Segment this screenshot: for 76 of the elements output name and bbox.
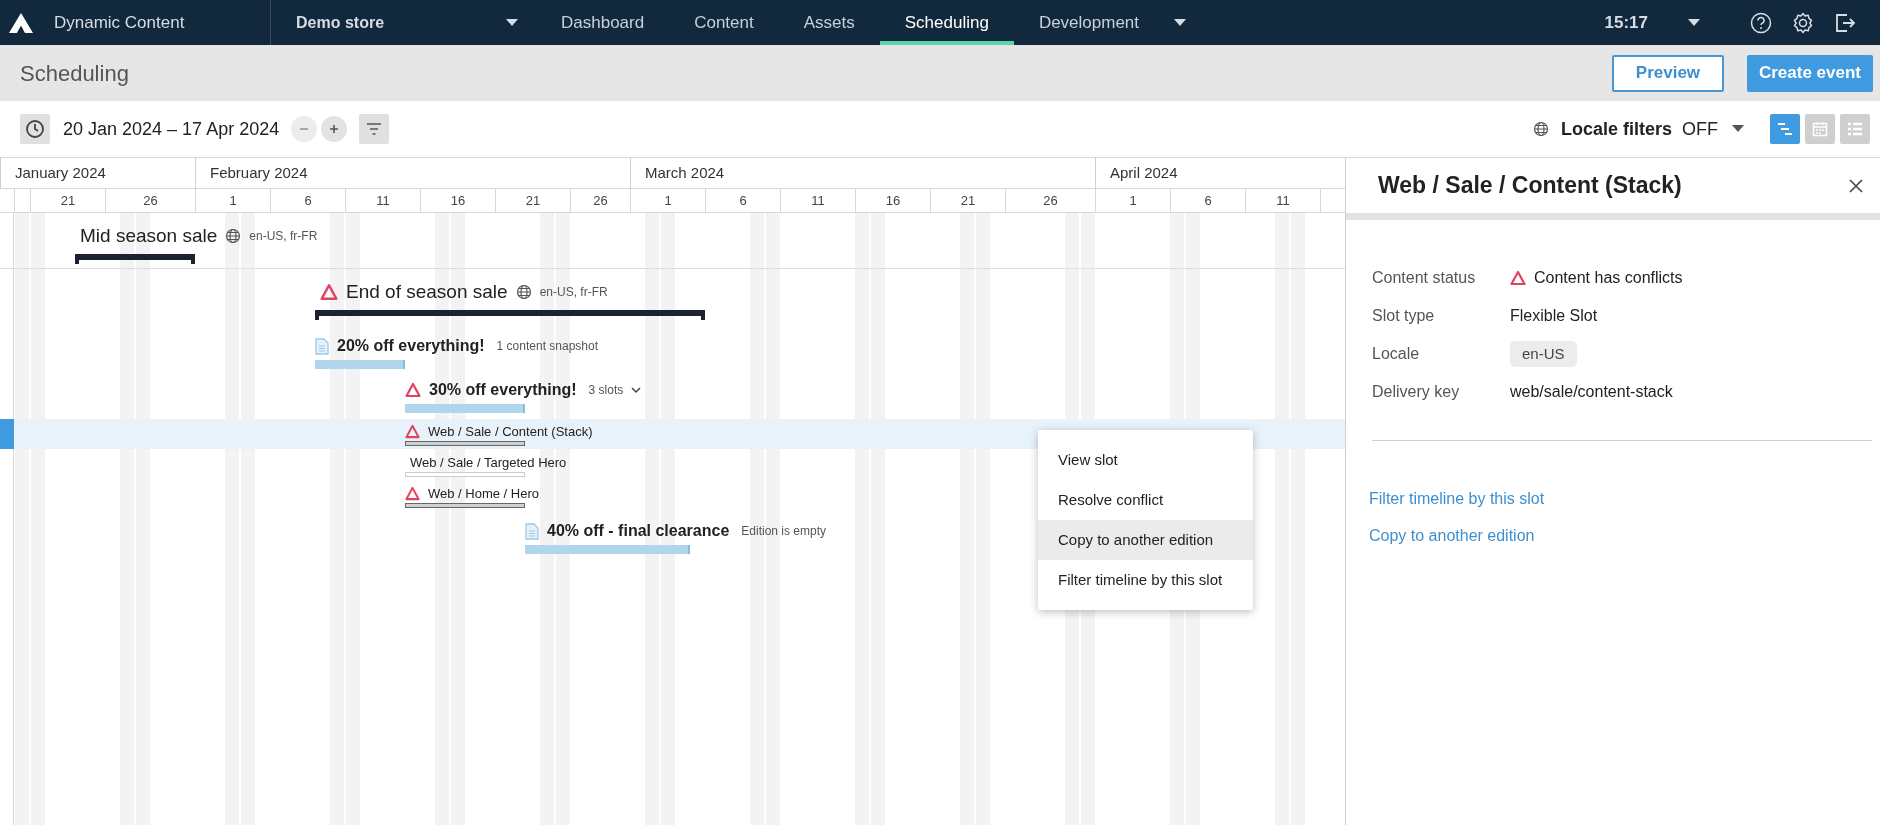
panel-link[interactable]: Copy to another edition <box>1369 524 1535 548</box>
event-locales: en-US, fr-FR <box>539 284 608 302</box>
field-label: Locale <box>1372 344 1421 364</box>
nav-tab[interactable]: Content <box>669 0 779 45</box>
nav-tab[interactable]: Development <box>1013 0 1165 45</box>
field-label: Slot type <box>1372 306 1436 326</box>
event-title[interactable]: Mid season sale <box>80 222 218 251</box>
slot-name[interactable]: Web / Sale / Targeted Hero <box>410 453 567 473</box>
logout-icon[interactable] <box>1834 11 1856 34</box>
list-icon <box>1847 122 1863 136</box>
month-header: April 2024 <box>1095 158 1350 189</box>
field-value: Content has conflicts <box>1534 268 1683 288</box>
caret-icon[interactable] <box>1174 18 1187 27</box>
day-header: 1 <box>1095 189 1170 213</box>
caret-icon[interactable] <box>506 18 518 27</box>
date-range: 20 Jan 2024 – 17 Apr 2024 <box>63 117 280 141</box>
caret-icon[interactable] <box>1732 125 1744 133</box>
nav-tab[interactable]: Dashboard <box>536 0 670 45</box>
globe-icon <box>1532 121 1549 137</box>
slot-bar[interactable] <box>405 441 525 446</box>
field-label: Delivery key <box>1372 382 1461 402</box>
slot-name[interactable]: Web / Home / Hero <box>428 484 540 504</box>
edition-title[interactable]: 40% off - final clearance <box>547 519 730 543</box>
clock-time: 15:17 <box>1604 11 1648 34</box>
zoom-out-button[interactable] <box>291 116 318 142</box>
timeline-view-icon <box>1777 122 1793 136</box>
edition-title[interactable]: 30% off everything! <box>429 378 577 402</box>
menu-item[interactable]: Filter timeline by this slot <box>1038 560 1253 600</box>
chevron-down-icon[interactable] <box>631 385 642 395</box>
globe-icon <box>515 284 532 301</box>
view-toggle-button[interactable] <box>1805 114 1835 144</box>
calendar-icon <box>1812 121 1828 137</box>
help-icon[interactable] <box>1750 11 1772 34</box>
zoom-in-button[interactable] <box>321 116 348 142</box>
month-header: February 2024 <box>195 158 630 189</box>
view-toggle-button[interactable] <box>1770 114 1800 144</box>
event-locales: en-US, fr-FR <box>249 228 318 246</box>
panel-link[interactable]: Filter timeline by this slot <box>1369 487 1545 511</box>
event-title[interactable]: End of season sale <box>346 278 508 307</box>
month-header: March 2024 <box>630 158 1095 189</box>
close-icon[interactable] <box>1848 177 1864 194</box>
menu-item[interactable]: Copy to another edition <box>1038 520 1253 560</box>
day-header: 11 <box>780 189 855 213</box>
locale-filters-value[interactable]: OFF <box>1682 115 1718 143</box>
page-title: Scheduling <box>20 59 129 88</box>
menu-item[interactable]: View slot <box>1038 440 1253 480</box>
locale-tag: en-US <box>1510 340 1577 368</box>
warning-triangle-icon <box>1510 270 1526 286</box>
edition-note: 3 slots <box>588 382 624 399</box>
product-name: Dynamic Content <box>54 11 185 34</box>
slot-bar[interactable] <box>405 503 525 508</box>
selected-row-marker <box>0 419 14 449</box>
settings-icon[interactable] <box>1792 11 1814 34</box>
caret-icon[interactable] <box>1688 18 1700 27</box>
edition-title[interactable]: 20% off everything! <box>337 334 485 358</box>
panel-title: Web / Sale / Content (Stack) <box>1378 171 1682 201</box>
edition-note: 1 content snapshot <box>496 338 598 355</box>
clock-button[interactable] <box>20 114 50 144</box>
month-header: January 2024 <box>0 158 195 189</box>
globe-icon <box>225 228 242 245</box>
nav-tab[interactable]: Assets <box>778 0 880 45</box>
store-selector[interactable]: Demo store <box>296 10 385 35</box>
edition-note: Edition is empty <box>741 523 826 540</box>
field-value: web/sale/content-stack <box>1510 382 1673 402</box>
day-header: 26 <box>570 189 630 213</box>
filter-icon <box>366 123 383 135</box>
plus-icon <box>329 124 340 134</box>
menu-item[interactable]: Resolve conflict <box>1038 480 1253 520</box>
field-value: Flexible Slot <box>1510 306 1598 326</box>
locale-filters-label: Locale filters <box>1560 117 1672 141</box>
filter-button[interactable] <box>359 114 390 144</box>
slot-name[interactable]: Web / Sale / Content (Stack) <box>428 422 593 442</box>
view-toggle-button[interactable] <box>1840 114 1870 144</box>
field-label: Content status <box>1372 268 1477 288</box>
logo-icon <box>8 11 34 34</box>
clock-icon <box>25 119 45 139</box>
